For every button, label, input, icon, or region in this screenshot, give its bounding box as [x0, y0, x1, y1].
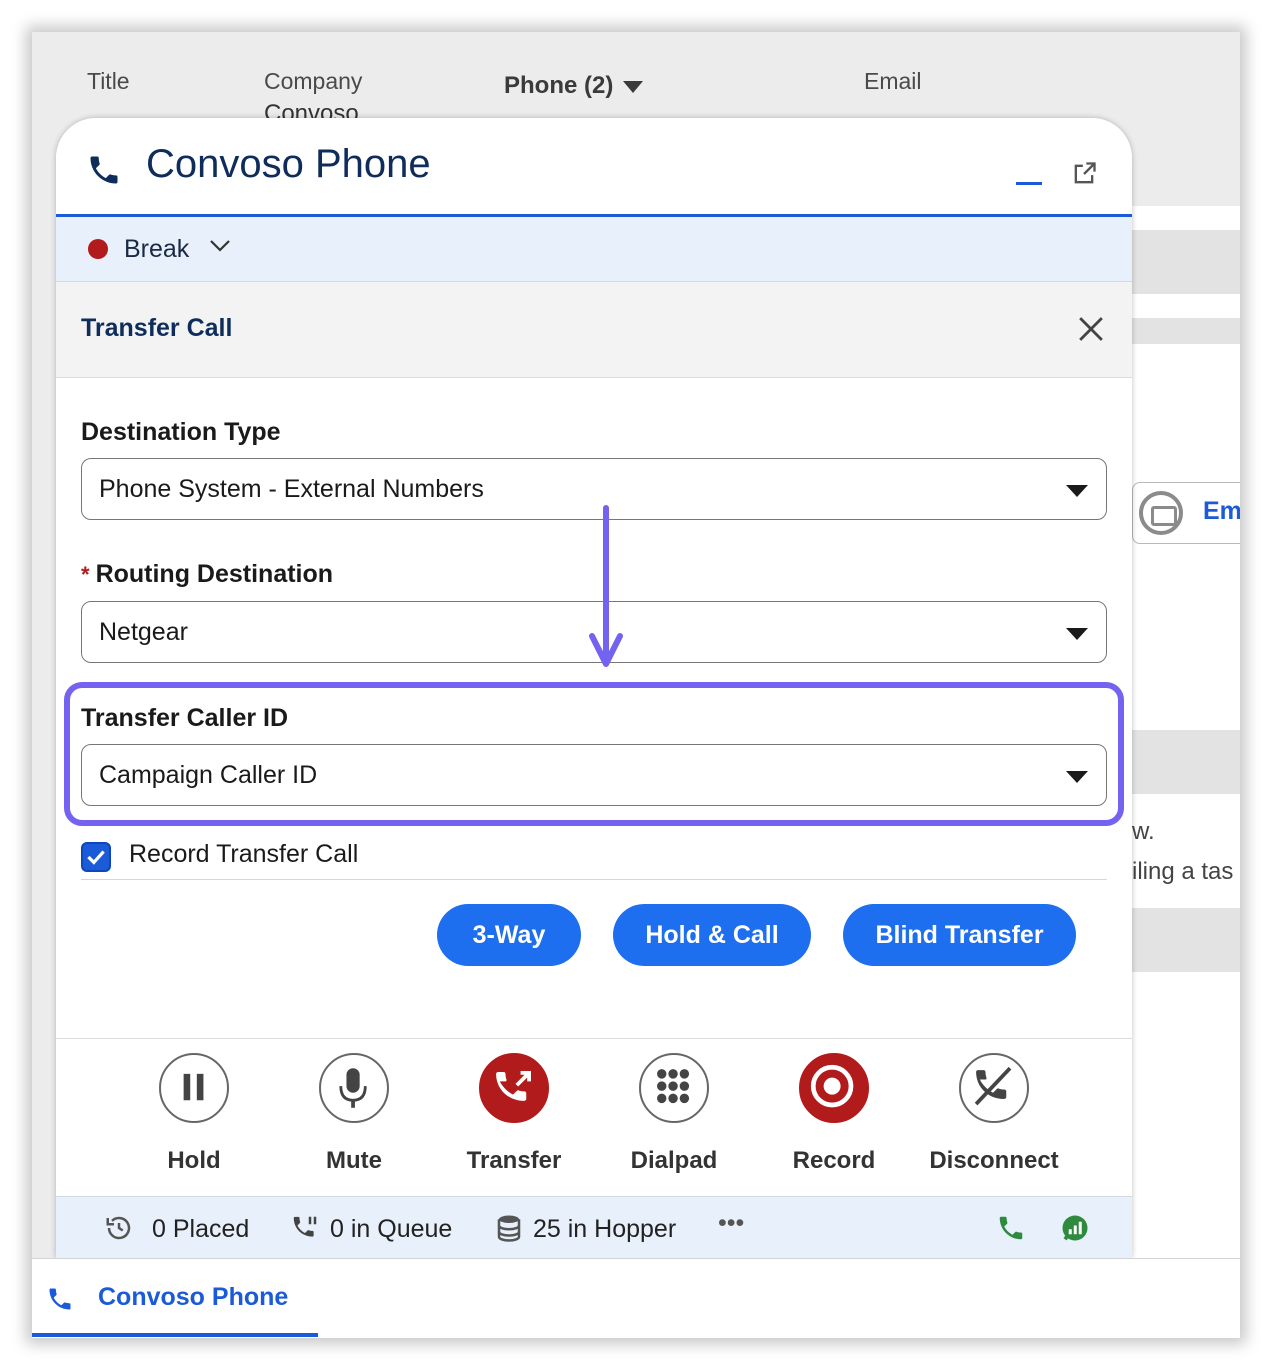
- background-strip: [1132, 972, 1240, 1262]
- microphone-icon: [319, 1053, 389, 1123]
- phone-icon: [90, 156, 118, 184]
- background-text-snippet: iling a tas: [1132, 858, 1234, 885]
- placed-count: 0 Placed: [152, 1215, 250, 1243]
- callout-arrow-icon: [589, 505, 623, 667]
- agent-status-selector[interactable]: Break: [56, 217, 1132, 282]
- background-strip: [1132, 206, 1240, 230]
- utility-tab-convoso-phone[interactable]: Convoso Phone: [98, 1283, 288, 1312]
- phone-column-dropdown[interactable]: Phone (2): [504, 72, 644, 100]
- destination-type-label: Destination Type: [81, 418, 281, 446]
- envelope-icon: [1139, 491, 1183, 535]
- convoso-phone-panel: Convoso Phone Break Transfer Call Destin…: [56, 118, 1132, 1258]
- disconnect-phone-icon: [959, 1053, 1029, 1123]
- database-icon: [497, 1215, 521, 1242]
- call-controls: Hold Mute Transfer Dialpad Record Discon…: [56, 1038, 1132, 1197]
- utility-bar: Convoso Phone: [32, 1258, 1240, 1338]
- email-action-label: Em: [1203, 497, 1240, 525]
- routing-destination-label: * Routing Destination: [81, 560, 333, 589]
- required-marker: *: [81, 562, 90, 587]
- status-dot-icon: [88, 239, 108, 259]
- background-band: [1132, 230, 1240, 294]
- active-tab-indicator: [32, 1333, 318, 1337]
- mute-label: Mute: [326, 1147, 382, 1174]
- dialpad-icon: [639, 1053, 709, 1123]
- hopper-count: 25 in Hopper: [533, 1215, 677, 1243]
- disconnect-control[interactable]: Disconnect: [924, 1053, 1064, 1175]
- routing-destination-value: Netgear: [99, 618, 188, 646]
- hold-label: Hold: [167, 1147, 221, 1174]
- background-band: [1132, 908, 1240, 972]
- call-active-icon[interactable]: [996, 1213, 1026, 1243]
- minimize-icon[interactable]: [1016, 182, 1042, 185]
- hold-and-call-button[interactable]: Hold & Call: [613, 904, 811, 966]
- agent-status: Break: [124, 235, 190, 263]
- close-icon[interactable]: [1078, 316, 1104, 342]
- background-band: [1132, 318, 1240, 344]
- routing-destination-label-text: Routing Destination: [95, 560, 334, 588]
- signal-chat-icon[interactable]: [1060, 1213, 1090, 1243]
- divider: [81, 879, 1107, 880]
- dialpad-control[interactable]: Dialpad: [604, 1053, 744, 1175]
- screen-frame: Title Company Convoso Phone (2) Email Em…: [32, 32, 1240, 1338]
- caret-down-icon: [623, 80, 644, 93]
- company-column-label: Company: [264, 68, 363, 94]
- transfer-call-header: Transfer Call: [56, 282, 1132, 378]
- title-column-label: Title: [87, 68, 130, 94]
- transfer-label: Transfer: [466, 1147, 562, 1174]
- stats-bar: 0 Placed 0 in Queue 25 in Hopper •••: [56, 1196, 1132, 1258]
- background-strip: [1132, 794, 1240, 908]
- phone-title: Convoso Phone: [146, 142, 431, 186]
- checkmark-icon: [87, 850, 105, 865]
- transfer-control[interactable]: Transfer: [444, 1053, 584, 1175]
- caret-down-icon: [1066, 628, 1088, 640]
- popout-icon[interactable]: [1070, 160, 1098, 188]
- blind-transfer-button[interactable]: Blind Transfer: [843, 904, 1076, 966]
- more-options-icon[interactable]: •••: [718, 1209, 744, 1238]
- record-transfer-checkbox[interactable]: [81, 842, 111, 872]
- transfer-phone-icon: [479, 1053, 549, 1123]
- record-transfer-label: Record Transfer Call: [129, 840, 359, 868]
- mute-control[interactable]: Mute: [284, 1053, 424, 1175]
- queue-phone-icon: [293, 1216, 317, 1237]
- three-way-button[interactable]: 3-Way: [437, 904, 581, 966]
- phone-column-label: Phone (2): [504, 72, 614, 99]
- record-control[interactable]: Record: [764, 1053, 904, 1175]
- record-icon: [799, 1053, 869, 1123]
- history-icon: [106, 1216, 131, 1240]
- transfer-call-title: Transfer Call: [81, 314, 233, 342]
- caret-down-icon: [1066, 485, 1088, 497]
- background-strip: [1132, 294, 1240, 318]
- disconnect-label: Disconnect: [929, 1147, 1059, 1174]
- phone-icon: [49, 1288, 71, 1310]
- background-text-snippet: w.: [1132, 818, 1155, 845]
- chevron-down-icon: [210, 240, 230, 252]
- email-column-label: Email: [864, 68, 922, 94]
- background-band: [1132, 730, 1240, 794]
- hold-control[interactable]: Hold: [124, 1053, 264, 1175]
- queue-count: 0 in Queue: [330, 1215, 453, 1243]
- callout-highlight-box: [64, 682, 1124, 826]
- destination-type-value: Phone System - External Numbers: [99, 475, 484, 503]
- pause-icon: [159, 1053, 229, 1123]
- email-action-button[interactable]: Em: [1132, 482, 1240, 544]
- phone-header: Convoso Phone: [56, 118, 1132, 217]
- background-strip: [1132, 344, 1240, 450]
- dialpad-label: Dialpad: [630, 1147, 718, 1174]
- record-label: Record: [792, 1147, 876, 1174]
